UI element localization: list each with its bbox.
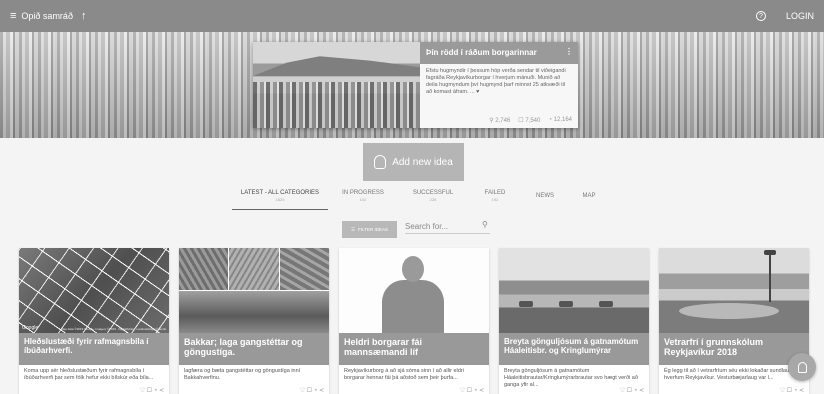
tab-successful[interactable]: SUCCESSFUL 228	[412, 190, 454, 208]
filter-ideas-button[interactable]: ☰ FILTER IDEAS	[342, 221, 397, 238]
idea-actions[interactable]: ♡ ☐ ◔ ≺	[659, 387, 809, 394]
tab-news[interactable]: NEWS	[533, 190, 557, 208]
hamburger-icon[interactable]: ≡	[10, 10, 16, 22]
idea-image-street	[499, 248, 649, 333]
featured-group-stats: ⚲ 2,746 ☐ 7,540 ◔ 12,164	[489, 117, 572, 124]
idea-description: Koma upp sér hleðslustæðum fyrir rafmagn…	[24, 368, 154, 381]
idea-card[interactable]: Breyta gönguljósum á gatnamótum Háaleiti…	[499, 248, 649, 394]
idea-actions[interactable]: ♡ ☐ ◔ ≺	[339, 387, 489, 394]
idea-actions[interactable]: ♡ ☐ ◔ ≺	[499, 387, 649, 394]
featured-group-image	[253, 42, 420, 128]
idea-tabs: LATEST - ALL CATEGORIES 1825 IN PROGRESS 1…	[232, 190, 599, 210]
map-attribution: Map data ©2019 Google, Imagery ©2019 , D…	[61, 327, 166, 331]
more-vert-icon[interactable]: ⋮	[565, 47, 573, 56]
idea-actions[interactable]: ♡ ☐ ◔ ≺	[19, 387, 169, 394]
lightbulb-icon	[374, 155, 387, 169]
idea-description: Ég legg til að í vetrarfríum séu ekki lo…	[664, 368, 801, 381]
ideas-stat: ☐ 7,540	[518, 118, 541, 124]
login-button[interactable]: LOGIN	[786, 11, 814, 21]
users-stat: ⚲ 2,746	[489, 118, 511, 124]
question-circle-icon[interactable]: ?	[755, 11, 766, 21]
tab-map[interactable]: MAP	[579, 190, 599, 208]
add-new-idea-button[interactable]: Add new idea	[363, 143, 464, 181]
search-icon[interactable]: ⚲	[482, 220, 488, 229]
idea-title[interactable]: Bakkar; laga gangstéttar og göngustíga.	[179, 333, 329, 365]
idea-card[interactable]: Bakkar; laga gangstéttar og göngustíga. …	[179, 248, 329, 394]
comments-stat: ◔ 12,164	[548, 117, 572, 123]
idea-card[interactable]: Google Map data ©2019 Google, Imagery ©2…	[19, 248, 169, 394]
featured-group-title: Þín rödd í ráðum borgarinnar ⋮	[420, 42, 578, 64]
idea-actions[interactable]: ♡ ☐ ◔ ≺	[179, 387, 329, 394]
google-logo: Google	[22, 325, 39, 331]
top-app-bar: ≡ Opið samráð ↑ ? LOGIN	[0, 0, 824, 32]
lightbulb-icon	[797, 361, 807, 373]
idea-description: Reykjavíkurborg á að sjá sóma sinn í að …	[344, 368, 464, 381]
app-title[interactable]: Opið samráð	[21, 11, 73, 21]
tab-in-progress[interactable]: IN PROGRESS 102	[342, 190, 384, 208]
idea-image-portrait	[339, 248, 489, 333]
idea-title[interactable]: Hleðslustæði fyrir rafmagnsbíla í íbúðar…	[19, 333, 169, 365]
idea-title[interactable]: Vetrarfrí í grunnskólum Reykjavíkur 2018	[659, 333, 809, 365]
featured-group-info: Þín rödd í ráðum borgarinnar ⋮ Efstu hug…	[420, 42, 578, 128]
idea-card[interactable]: Vetrarfrí í grunnskólum Reykjavíkur 2018…	[659, 248, 809, 394]
idea-description: Breyta gönguljósum á gatnamótum Háaleiti…	[504, 368, 638, 387]
idea-title[interactable]: Breyta gönguljósum á gatnamótum Háaleiti…	[499, 333, 649, 365]
tab-latest[interactable]: LATEST - ALL CATEGORIES 1825	[232, 190, 328, 210]
arrow-up-icon[interactable]: ↑	[81, 10, 87, 22]
tab-failed[interactable]: FAILED 192	[483, 190, 507, 208]
idea-image-pool	[659, 248, 809, 333]
hero-banner: Þín rödd í ráðum borgarinnar ⋮ Efstu hug…	[0, 32, 824, 138]
idea-image-map: Google Map data ©2019 Google, Imagery ©2…	[19, 248, 169, 333]
idea-title[interactable]: Heldri borgarar fái mannsæmandi líf	[339, 333, 489, 365]
featured-group-description: Efstu hugmyndir í þessum hóp verða senda…	[426, 68, 566, 95]
idea-image-pavement	[179, 248, 329, 333]
idea-card[interactable]: Heldri borgarar fái mannsæmandi líf Reyk…	[339, 248, 489, 394]
search-input[interactable]	[405, 220, 490, 234]
filter-icon: ☰	[351, 226, 356, 232]
featured-group-card[interactable]: Þín rödd í ráðum borgarinnar ⋮ Efstu hug…	[253, 42, 578, 128]
idea-description: lagfæra og bæta gangstéttar og göngustíg…	[184, 368, 301, 381]
add-idea-fab[interactable]	[788, 353, 816, 381]
